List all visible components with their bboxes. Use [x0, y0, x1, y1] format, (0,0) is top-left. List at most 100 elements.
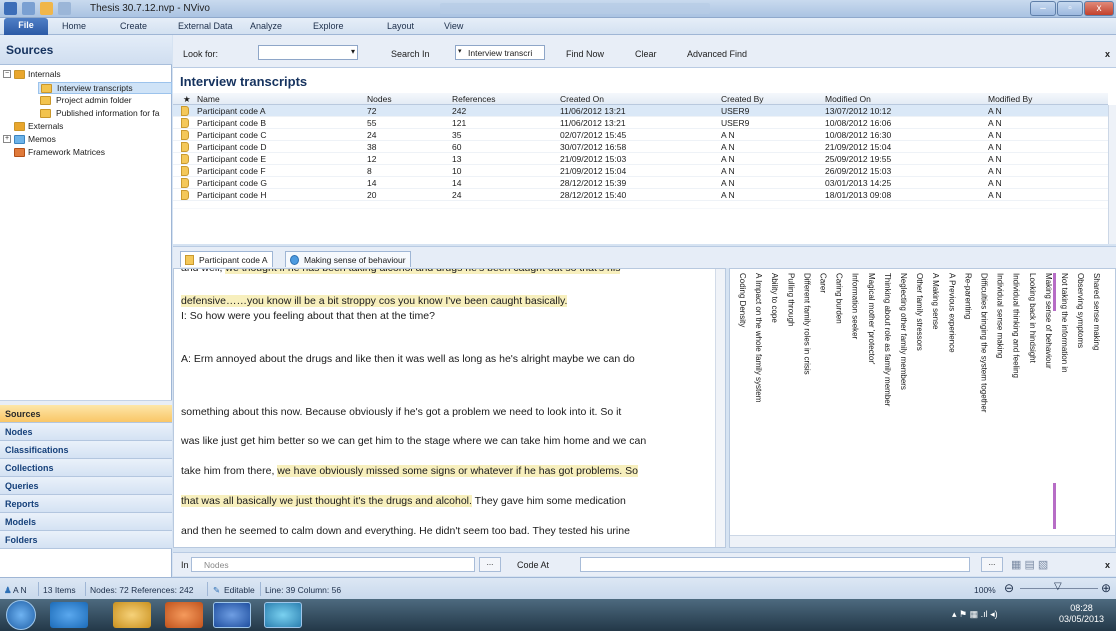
clear-button[interactable]: Clear — [635, 49, 657, 59]
coding-stripe-label[interactable]: Different family roles in crisis — [802, 273, 811, 375]
coding-stripe-label[interactable]: Looking back in hindsight — [1028, 273, 1037, 363]
nav-button-folders[interactable]: Folders — [0, 531, 172, 549]
table-row-partial[interactable] — [173, 201, 1108, 209]
code-at-input[interactable] — [580, 557, 970, 572]
table-row[interactable]: Participant code A 72 242 11/06/2012 13:21 U… — [173, 105, 1108, 117]
code-actions-icon[interactable]: ▦ ▤ ▧ — [1011, 558, 1048, 571]
tree-item-memos[interactable]: + Memos — [0, 134, 172, 146]
zoom-out-icon[interactable]: ⊖ — [1004, 581, 1014, 595]
coded-passage[interactable]: we thought if he has been taking alcohol… — [225, 269, 621, 274]
nav-button-collections[interactable]: Collections — [0, 459, 172, 477]
coding-stripe-label[interactable]: Thinking about role as family member — [883, 273, 892, 406]
nvivo-taskbar-icon[interactable] — [264, 602, 302, 628]
coding-stripe-label[interactable]: Neglecting other family members — [899, 273, 908, 390]
coded-passage[interactable]: defensive……you know ill be a bit stroppy… — [181, 295, 568, 307]
coding-stripe-label[interactable]: Coding Density — [738, 273, 747, 327]
tab-making-sense-of-behaviour[interactable]: Making sense of behaviour — [285, 251, 411, 267]
column-modified-on[interactable]: Modified On — [825, 94, 871, 104]
search-in-field[interactable]: ▾ Interview transcri — [455, 45, 545, 60]
table-row[interactable]: Participant code E 12 13 21/09/2012 15:03 A … — [173, 153, 1108, 165]
transcript-line[interactable]: and then he seemed to calm down and ever… — [181, 525, 630, 537]
coding-stripe-label[interactable]: Observing symptoms — [1076, 273, 1085, 348]
coded-passage[interactable]: we have obviously missed some signs or w… — [277, 465, 638, 477]
coding-stripe-label[interactable]: Information seeker — [851, 273, 860, 339]
coding-stripe-label[interactable]: Pulling through — [786, 273, 795, 326]
collapse-icon[interactable]: − — [3, 70, 11, 78]
minimize-button[interactable]: – — [1030, 1, 1056, 16]
find-now-button[interactable]: Find Now — [566, 49, 604, 59]
column-modified-by[interactable]: Modified By — [988, 94, 1032, 104]
zoom-slider-thumb[interactable]: ▽ — [1054, 581, 1062, 592]
tab-home[interactable]: Home — [62, 21, 86, 31]
nav-button-reports[interactable]: Reports — [0, 495, 172, 513]
table-row[interactable]: Participant code H 20 24 28/12/2012 15:40 A … — [173, 189, 1108, 201]
coding-stripe-label[interactable]: Individual thinking and feeling — [1012, 273, 1021, 378]
tree-item-published-information[interactable]: Published information for fa — [38, 108, 172, 120]
coding-stripe-label[interactable]: Magical mother 'protector' — [867, 273, 876, 365]
coding-stripe-label[interactable]: A Previous experience — [947, 273, 956, 353]
coding-stripe-label[interactable]: Not taking the information in — [1060, 273, 1069, 373]
table-row[interactable]: Participant code D 38 60 30/07/2012 16:58 A … — [173, 141, 1108, 153]
coding-stripe-label[interactable]: Difficulties bringing the system togethe… — [980, 273, 989, 412]
coding-stripe-making-sense[interactable] — [1053, 273, 1056, 311]
coding-stripe-label[interactable]: Re-parenting — [963, 273, 972, 319]
maximize-button[interactable]: ▫ — [1057, 1, 1083, 16]
tree-item-internals[interactable]: − Internals — [0, 69, 172, 81]
transcript-line[interactable]: defensive……you know ill be a bit stroppy… — [181, 295, 568, 307]
coding-stripe-label[interactable]: A Making sense — [931, 273, 940, 329]
column-references[interactable]: References — [452, 94, 495, 104]
internet-explorer-icon[interactable] — [50, 602, 88, 628]
coding-stripe-label[interactable]: Other family stressors — [915, 273, 924, 351]
transcript-line[interactable]: I: So how were you feeling about that th… — [181, 310, 435, 322]
more-button[interactable]: ... — [479, 557, 501, 572]
dropdown-arrow-icon[interactable]: ▾ — [458, 47, 462, 55]
coding-stripe-label[interactable]: Making sense of behaviour — [1044, 273, 1053, 369]
tree-item-project-admin-folder[interactable]: Project admin folder — [38, 95, 172, 107]
tab-file[interactable]: File — [4, 18, 48, 35]
coding-stripe-label[interactable]: A Impact on the whole family system — [754, 273, 763, 402]
vertical-scrollbar[interactable] — [1108, 105, 1116, 244]
nav-button-sources[interactable]: Sources — [0, 405, 172, 423]
transcript-line[interactable]: take him from there, we have obviously m… — [181, 465, 638, 477]
media-player-icon[interactable] — [165, 602, 203, 628]
word-icon[interactable] — [213, 602, 251, 628]
coding-stripe-label[interactable]: Shared sense making — [1092, 273, 1101, 350]
transcript-viewer[interactable]: and well, we thought if he has been taki… — [173, 268, 726, 548]
table-row[interactable]: Participant code C 24 35 02/07/2012 15:45 A … — [173, 129, 1108, 141]
tab-participant-code-a[interactable]: Participant code A — [180, 251, 273, 267]
coding-stripe-label[interactable]: Carer — [819, 273, 828, 293]
nodes-dropdown[interactable]: Nodes — [191, 557, 475, 572]
tab-layout[interactable]: Layout — [387, 21, 414, 31]
horizontal-scrollbar[interactable] — [730, 535, 1115, 547]
table-row[interactable]: Participant code G 14 14 28/12/2012 15:39 A … — [173, 177, 1108, 189]
dropdown-arrow-icon[interactable]: ▾ — [351, 47, 355, 56]
zoom-in-icon[interactable]: ⊕ — [1101, 581, 1111, 595]
more-button-2[interactable]: ... — [981, 557, 1003, 572]
column-created-by[interactable]: Created By — [721, 94, 764, 104]
tab-analyze[interactable]: Analyze — [250, 21, 282, 31]
nav-button-queries[interactable]: Queries — [0, 477, 172, 495]
start-button-icon[interactable] — [6, 600, 36, 630]
column-created-on[interactable]: Created On — [560, 94, 604, 104]
column-name[interactable]: Name — [197, 94, 220, 104]
tree-item-framework-matrices[interactable]: Framework Matrices — [0, 147, 172, 159]
advanced-find-button[interactable]: Advanced Find — [687, 49, 747, 59]
column-nodes[interactable]: Nodes — [367, 94, 392, 104]
save-icon[interactable] — [22, 2, 35, 15]
nav-button-classifications[interactable]: Classifications — [0, 441, 172, 459]
tree-item-interview-transcripts[interactable]: Interview transcripts — [38, 82, 172, 94]
edit-icon[interactable] — [40, 2, 53, 15]
expand-icon[interactable]: + — [3, 135, 11, 143]
tab-external-data[interactable]: External Data — [178, 21, 233, 31]
coded-passage[interactable]: that was all basically we just thought i… — [181, 495, 472, 507]
file-explorer-icon[interactable] — [113, 602, 151, 628]
tab-explore[interactable]: Explore — [313, 21, 344, 31]
clock[interactable]: 08:28 03/05/2013 — [1059, 603, 1104, 625]
transcript-line[interactable]: A: Erm annoyed about the drugs and like … — [181, 353, 635, 365]
nav-button-models[interactable]: Models — [0, 513, 172, 531]
transcript-line[interactable]: that was all basically we just thought i… — [181, 495, 626, 507]
undo-icon[interactable] — [58, 2, 71, 15]
close-find-button[interactable]: x — [1105, 49, 1110, 59]
transcript-line[interactable]: was like just get him better so we can g… — [181, 435, 646, 447]
look-for-input[interactable]: ▾ — [258, 45, 358, 60]
